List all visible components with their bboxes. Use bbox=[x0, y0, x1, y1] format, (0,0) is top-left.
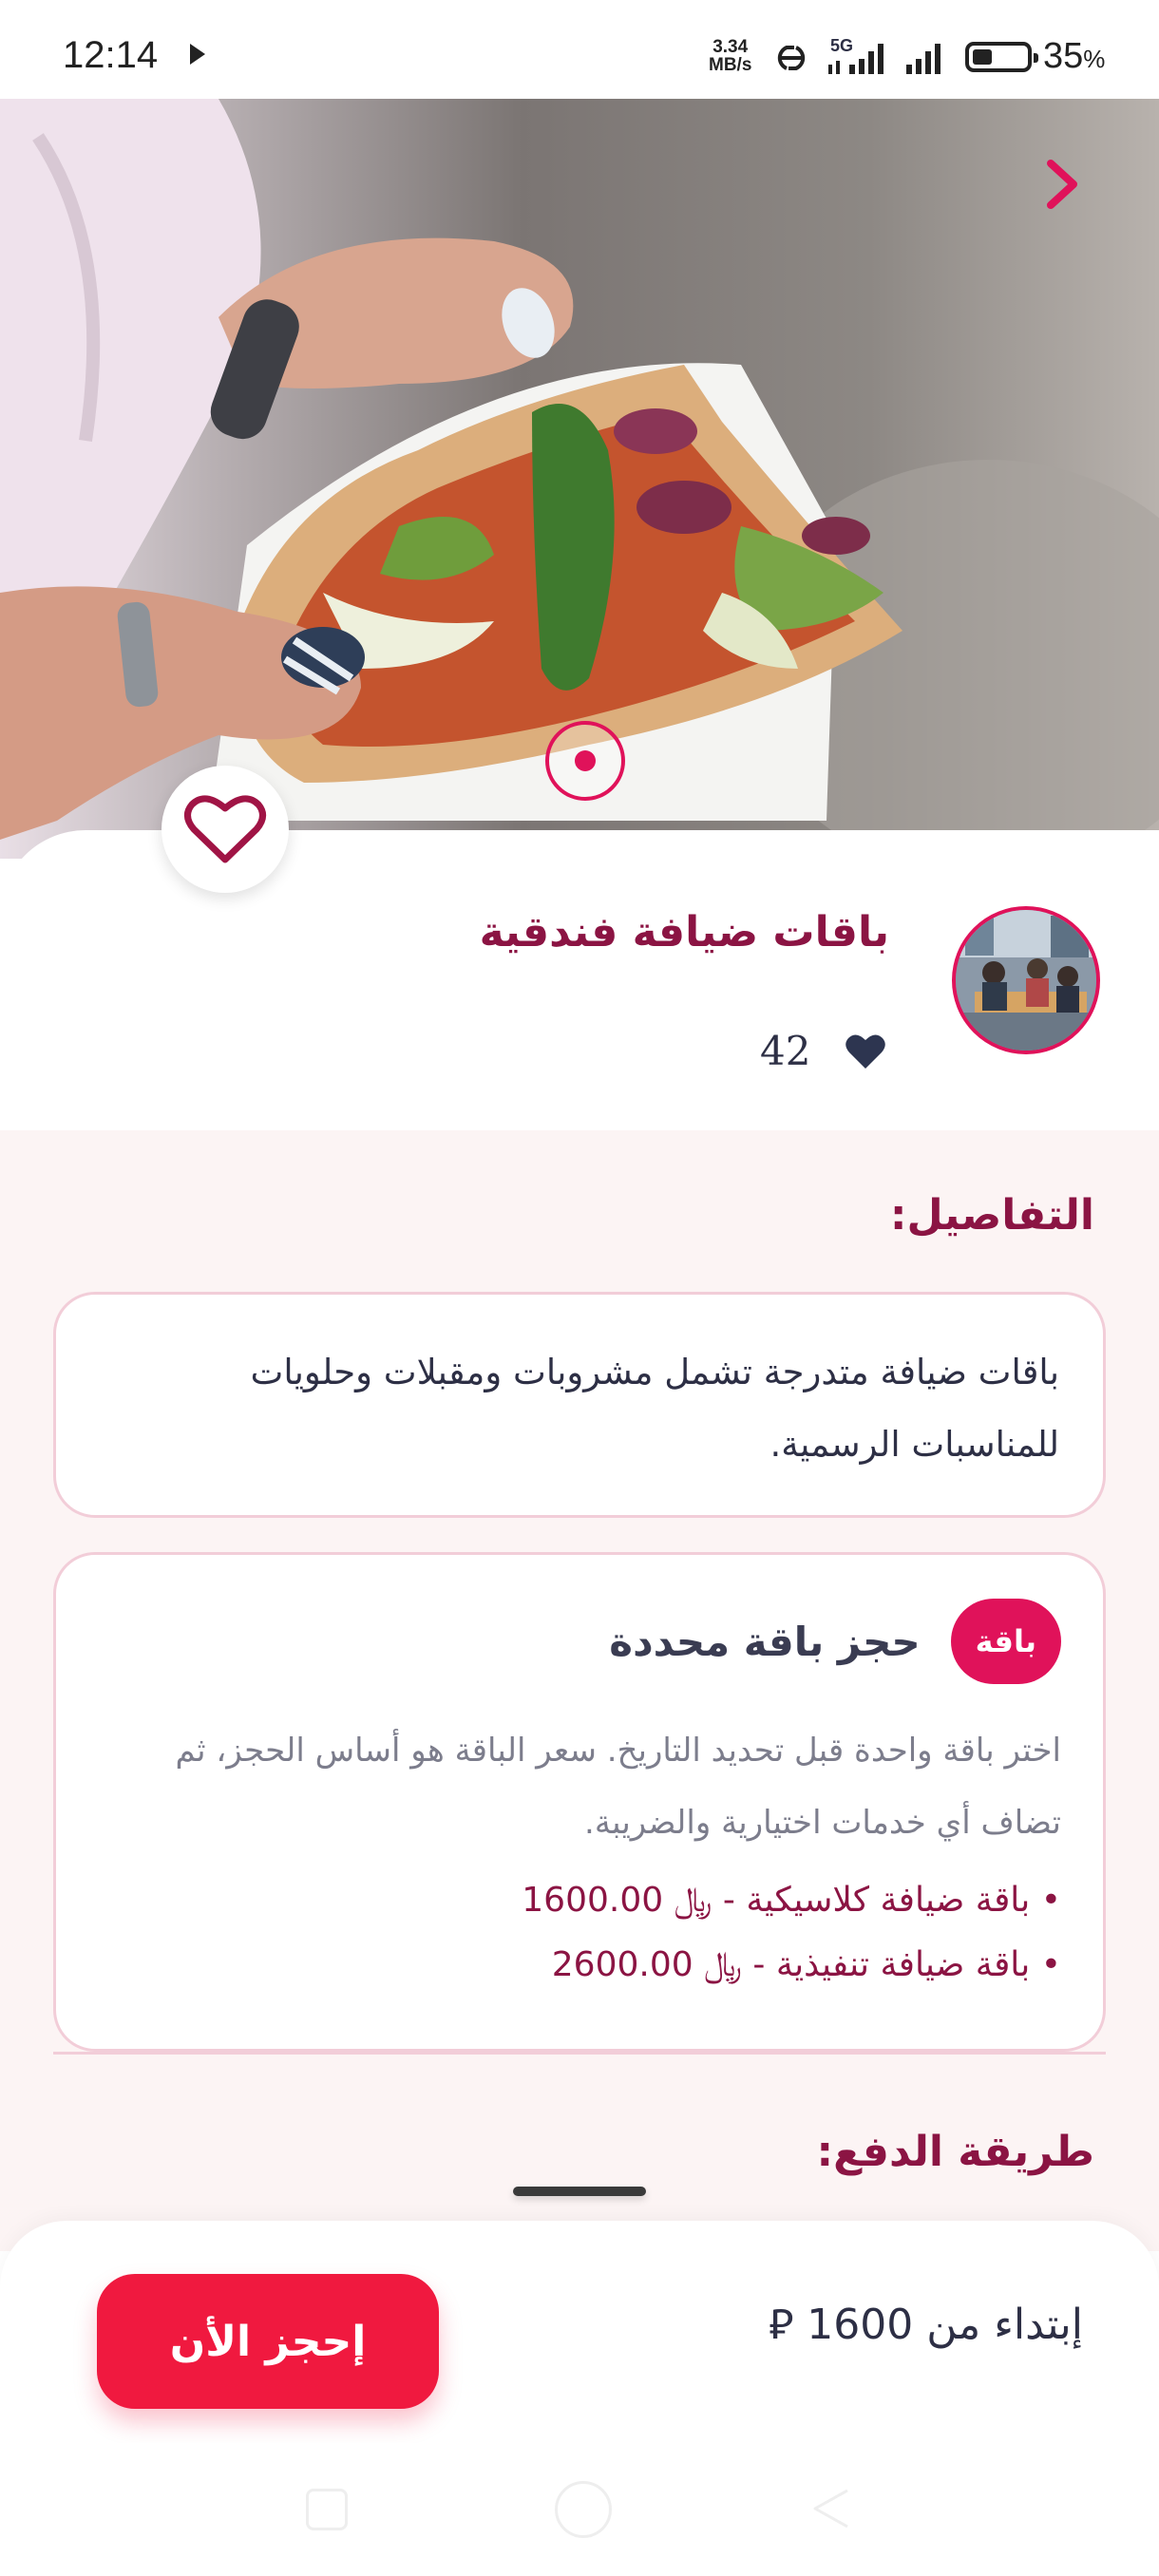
package-header: باقة حجز باقة محددة bbox=[609, 1599, 1061, 1684]
likes-counter: 42 bbox=[760, 1028, 886, 1074]
package-options: باقة ضيافة كلاسيكية - ﷼ 1600.00 باقة ضيا… bbox=[522, 1868, 1061, 1998]
favorite-button[interactable] bbox=[162, 766, 289, 893]
package-option-classic[interactable]: باقة ضيافة كلاسيكية - ﷼ 1600.00 bbox=[522, 1868, 1061, 1933]
package-description: اختر باقة واحدة قبل تحديد التاريخ. سعر ا… bbox=[175, 1732, 1061, 1842]
details-description: باقات ضيافة متدرجة تشمل مشروبات ومقبلات … bbox=[250, 1352, 1059, 1465]
battery-percent: 35% bbox=[1043, 36, 1105, 77]
details-heading: التفاصيل: bbox=[889, 1191, 1094, 1240]
status-bar: 12:14 3.34 MB/s 5G 35% bbox=[0, 0, 1159, 99]
back-icon[interactable] bbox=[808, 2485, 855, 2532]
office-team-photo bbox=[956, 910, 1096, 1051]
carousel-dot-icon[interactable] bbox=[545, 721, 625, 801]
sheet-drag-handle[interactable] bbox=[513, 2187, 646, 2196]
package-badge: باقة bbox=[950, 1599, 1061, 1684]
package-card: باقة حجز باقة محددة اختر باقة واحدة قبل … bbox=[53, 1552, 1106, 2052]
avatar[interactable] bbox=[952, 906, 1100, 1054]
media-play-icon bbox=[190, 44, 205, 65]
network-speed-unit: MB/s bbox=[709, 55, 752, 75]
starting-price: إبتداء من 1600 ⃁ bbox=[769, 2301, 1083, 2349]
details-card: باقات ضيافة متدرجة تشمل مشروبات ومقبلات … bbox=[53, 1292, 1106, 1518]
network-speed: 3.34 MB/s bbox=[709, 38, 751, 74]
package-title: حجز باقة محددة bbox=[609, 1618, 921, 1665]
package-option-executive[interactable]: باقة ضيافة تنفيذية - ﷼ 2600.00 bbox=[522, 1933, 1061, 1998]
payment-heading: طريقة الدفع: bbox=[816, 2128, 1095, 2176]
hotspot-link-icon bbox=[777, 46, 806, 70]
battery-percent-symbol: % bbox=[1083, 45, 1106, 73]
hero-image bbox=[0, 99, 1159, 859]
divider bbox=[53, 2052, 1106, 2055]
heart-outline-icon bbox=[184, 795, 266, 863]
chevron-right-icon[interactable] bbox=[1036, 146, 1089, 222]
home-icon[interactable] bbox=[555, 2481, 612, 2538]
heart-filled-icon bbox=[846, 1033, 886, 1069]
signal-icon bbox=[906, 44, 940, 74]
battery-icon bbox=[965, 42, 1038, 72]
recents-icon[interactable] bbox=[306, 2489, 348, 2530]
book-now-button[interactable]: إحجز الأن bbox=[97, 2274, 439, 2409]
likes-count: 42 bbox=[760, 1028, 811, 1074]
status-time: 12:14 bbox=[63, 34, 159, 76]
battery-percent-value: 35 bbox=[1043, 36, 1084, 76]
page-title: باقات ضيافة فندقية bbox=[479, 908, 889, 957]
network-speed-value: 3.34 bbox=[712, 37, 749, 57]
signal-5g-icon bbox=[828, 44, 884, 74]
